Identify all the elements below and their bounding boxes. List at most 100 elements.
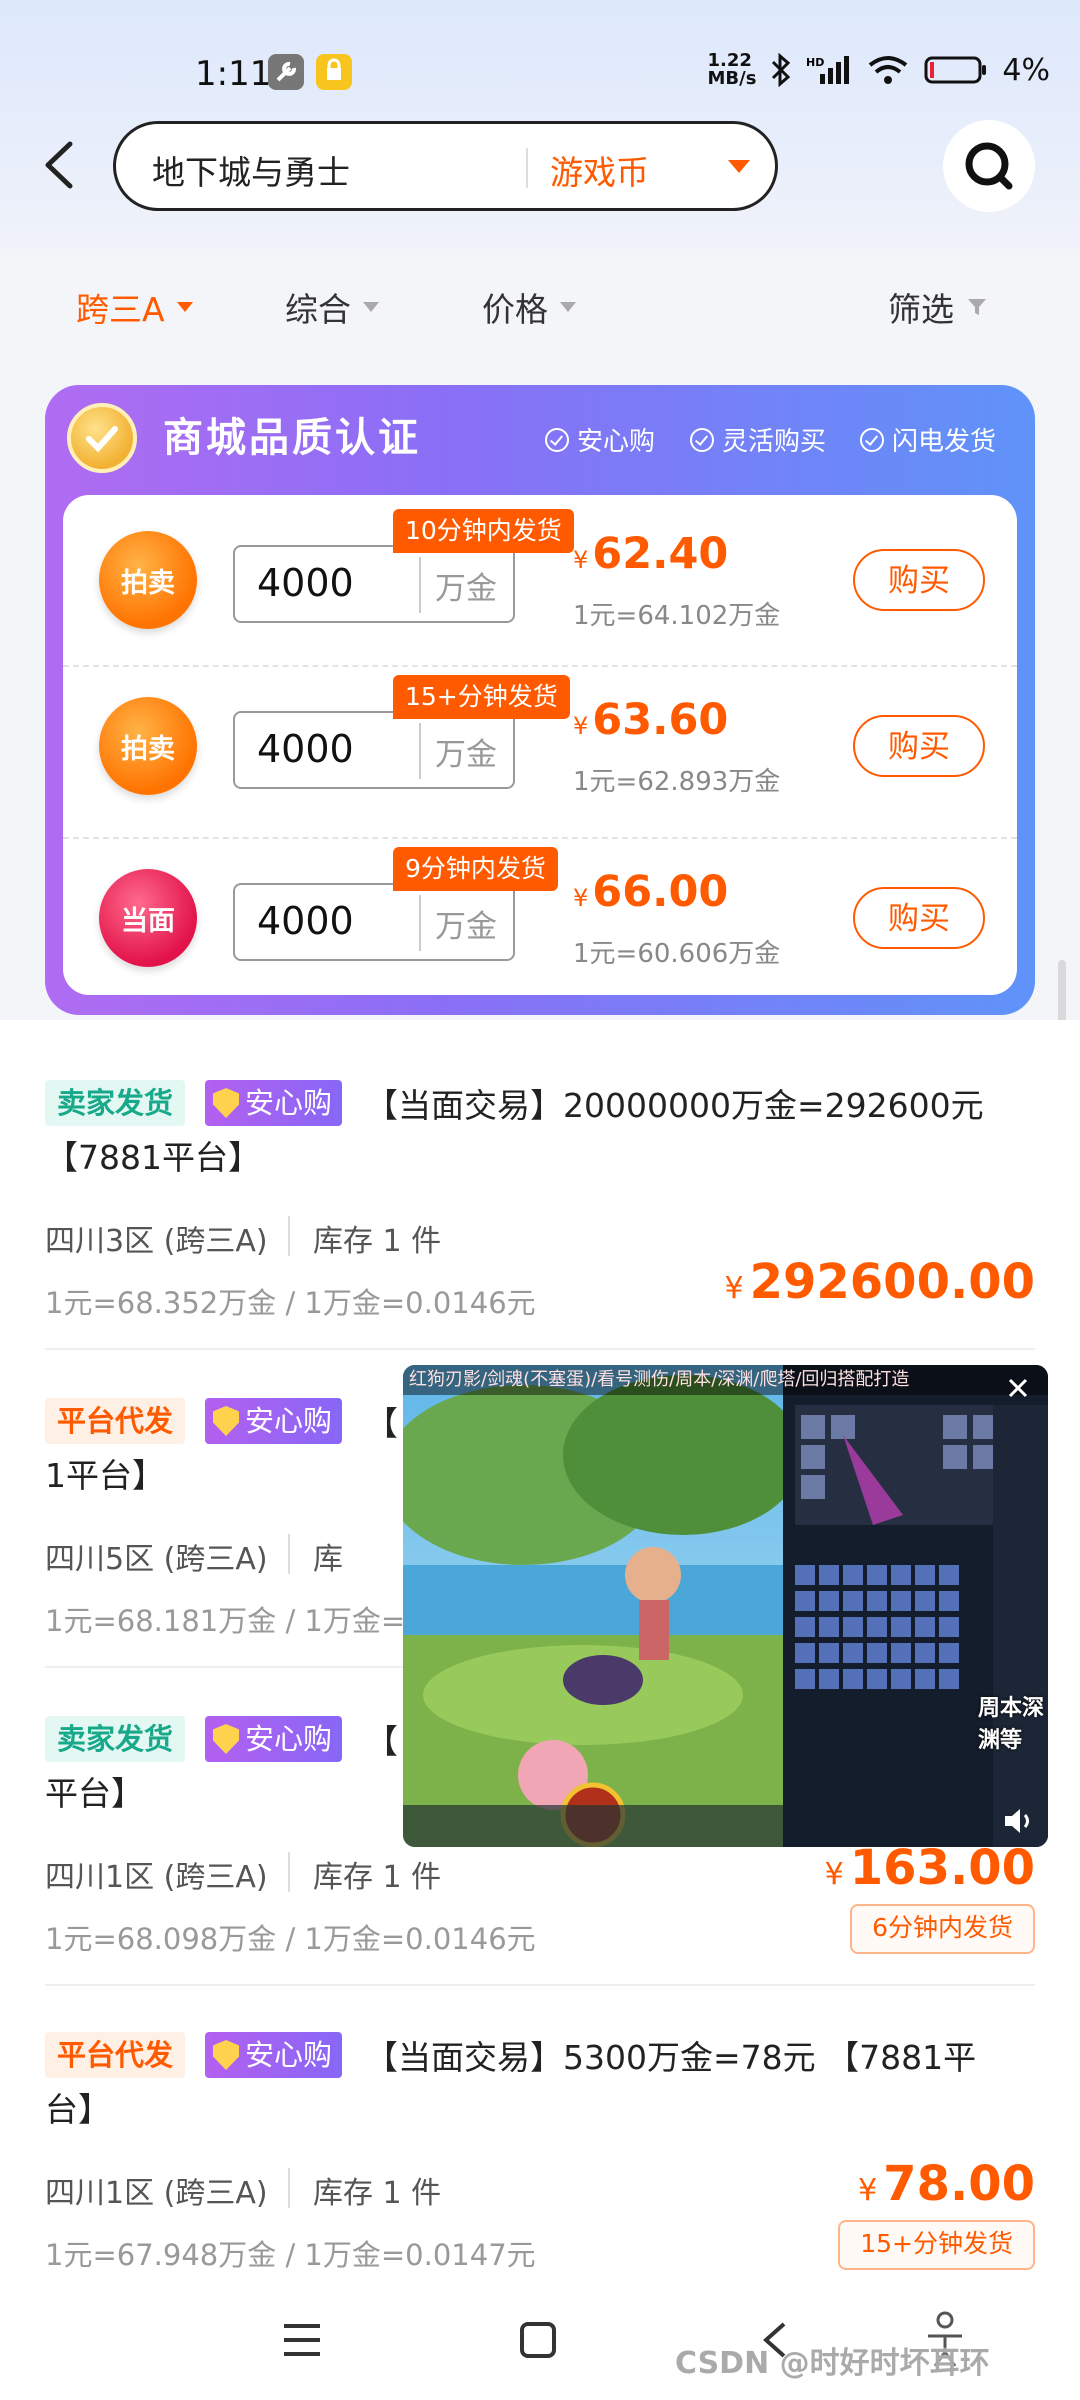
listing-item[interactable]: 卖家发货 安心购 【当面交易】20000000万金=292600元 【7881平… xyxy=(45,1080,1035,1320)
mall-offer-row: 拍卖 4000 万金 15+分钟发货 ¥63.60 1元=62.893万金 购买 xyxy=(63,667,1017,839)
listing-stock: 库存 1 件 xyxy=(313,1860,442,1895)
filter-server[interactable]: 跨三A xyxy=(76,283,193,331)
price-value: 63.60 xyxy=(592,695,729,745)
search-input[interactable]: 地下城与勇士 xyxy=(152,146,350,194)
quantity-value: 4000 xyxy=(257,899,354,943)
secure-badge-label: 安心购 xyxy=(245,1086,333,1120)
listing-divider xyxy=(288,1534,290,1574)
shield-icon xyxy=(213,1406,239,1436)
mall-title: 商城品质认证 xyxy=(163,415,421,461)
secure-badge: 安心购 xyxy=(205,2032,343,2078)
home-square-icon xyxy=(520,2322,556,2358)
listing-server: 四川5区 (跨三A) xyxy=(45,1542,268,1577)
quantity-value: 4000 xyxy=(257,561,354,605)
floating-video-player[interactable]: 红狗刃影/剑魂(不塞蛋)/看号测伤/周本/深渊/爬塔/回归搭配打造 周本深渊等 xyxy=(403,1365,1048,1847)
quantity-divider xyxy=(419,723,421,779)
listing-item[interactable]: 平台代发 安心购 【当面交易】5300万金=78元 【7881平 台】 四川1区… xyxy=(45,2032,1035,2292)
shield-icon xyxy=(213,1088,239,1118)
speaker-icon xyxy=(1005,1809,1029,1833)
battery-percent: 4% xyxy=(1002,52,1050,88)
home-button[interactable] xyxy=(518,2320,558,2360)
quality-badge-icon xyxy=(67,403,137,473)
offer-price: ¥63.60 xyxy=(573,695,728,745)
feature-label: 灵活购买 xyxy=(722,427,827,457)
close-icon xyxy=(1008,1378,1028,1398)
chevron-down-icon xyxy=(363,302,379,312)
listing-server: 四川3区 (跨三A) xyxy=(45,1224,268,1259)
battery-icon xyxy=(924,56,987,84)
currency-symbol: ¥ xyxy=(573,884,589,912)
search-box[interactable]: 地下城与勇士 游戏币 xyxy=(113,121,778,211)
game-video-frame xyxy=(403,1365,1048,1847)
search-button[interactable] xyxy=(943,120,1035,212)
secure-badge: 安心购 xyxy=(205,1716,343,1762)
platform-ship-tag: 平台代发 xyxy=(45,2032,186,2078)
exchange-rate: 1元=64.102万金 xyxy=(573,601,781,631)
shield-icon xyxy=(213,2040,239,2070)
quantity-unit: 万金 xyxy=(435,737,497,773)
divider xyxy=(45,1348,1035,1350)
currency-symbol: ¥ xyxy=(573,546,589,574)
buy-button[interactable]: 购买 xyxy=(853,887,985,949)
chevron-down-icon[interactable] xyxy=(728,160,750,173)
secure-badge: 安心购 xyxy=(205,1398,343,1444)
back-button[interactable] xyxy=(40,140,80,190)
video-caption: 红狗刃影/剑魂(不塞蛋)/看号测伤/周本/深渊/爬塔/回归搭配打造 xyxy=(403,1365,1048,1395)
listing-rate: 1元=68.098万金 / 1万金=0.0146元 xyxy=(45,1922,536,1956)
delivery-time-tag: 9分钟内发货 xyxy=(393,847,558,891)
menu-icon xyxy=(284,2324,320,2356)
status-right: 1.22 MB/s HD 4% xyxy=(707,52,1050,88)
check-circle-icon xyxy=(545,427,569,452)
buy-button[interactable]: 购买 xyxy=(853,715,985,777)
listing-stock: 库 xyxy=(313,1542,343,1577)
video-overlay-text: 周本深渊等 xyxy=(978,1696,1045,1753)
divider xyxy=(45,1984,1035,1986)
listing-stock: 库存 1 件 xyxy=(313,2176,442,2211)
auction-seal: 拍卖 xyxy=(99,531,197,629)
secure-badge-label: 安心购 xyxy=(245,1722,333,1756)
check-circle-icon xyxy=(860,427,884,452)
price-value: 163.00 xyxy=(849,1840,1035,1896)
quantity-field[interactable]: 4000 万金 xyxy=(233,883,515,961)
recent-apps-button[interactable] xyxy=(282,2320,322,2360)
listing-divider xyxy=(288,2168,290,2208)
close-video-button[interactable] xyxy=(1003,1373,1033,1403)
seller-ship-tag: 卖家发货 xyxy=(45,1716,186,1762)
listing-title-cont: 平台】 xyxy=(45,1774,144,1813)
exchange-rate: 1元=62.893万金 xyxy=(573,767,781,797)
filter-button[interactable]: 筛选 xyxy=(888,283,988,331)
listing-title-cont: 【7881平台】 xyxy=(45,1138,261,1177)
svg-text:HD: HD xyxy=(806,56,824,69)
quantity-field[interactable]: 4000 万金 xyxy=(233,711,515,789)
wrench-icon xyxy=(268,54,304,90)
status-bar: 1:11 1.22 MB/s HD 4% xyxy=(0,40,1080,110)
secure-badge-label: 安心购 xyxy=(245,1404,333,1438)
listing-title: 【当面交易】20000000万金=292600元 xyxy=(365,1086,984,1125)
listing-stock: 库存 1 件 xyxy=(313,1224,442,1259)
quantity-unit: 万金 xyxy=(435,571,497,607)
platform-ship-tag: 平台代发 xyxy=(45,1398,186,1444)
face-to-face-seal: 当面 xyxy=(99,869,197,967)
secure-badge: 安心购 xyxy=(205,1080,343,1126)
search-icon xyxy=(965,142,1013,190)
funnel-icon xyxy=(968,299,986,315)
bluetooth-icon xyxy=(772,53,791,87)
price-value: 62.40 xyxy=(592,529,729,579)
delivery-time-tag: 15+分钟发货 xyxy=(838,2220,1035,2270)
filter-sort[interactable]: 综合 xyxy=(285,283,379,331)
filter-price[interactable]: 价格 xyxy=(482,283,576,331)
buy-button[interactable]: 购买 xyxy=(853,549,985,611)
listing-price: ¥78.00 xyxy=(858,2156,1035,2212)
delivery-time-tag: 15+分钟发货 xyxy=(393,675,570,719)
category-selector[interactable]: 游戏币 xyxy=(550,146,649,194)
listing-server: 四川1区 (跨三A) xyxy=(45,1860,268,1895)
mute-button[interactable] xyxy=(1001,1805,1037,1837)
quantity-divider xyxy=(419,557,421,613)
listing-rate: 1元=68.352万金 / 1万金=0.0146元 xyxy=(45,1286,536,1320)
listing-rate: 1元=68.181万金 / 1万金=0. xyxy=(45,1604,433,1638)
filter-bar: 跨三A 综合 价格 筛选 xyxy=(0,255,1080,365)
quantity-field[interactable]: 4000 万金 xyxy=(233,545,515,623)
system-nav-bar: CSDN @时好时坏耳环 xyxy=(0,2280,1080,2400)
feature-secure: 安心购 xyxy=(545,421,655,458)
signal-icon: HD xyxy=(806,56,850,84)
